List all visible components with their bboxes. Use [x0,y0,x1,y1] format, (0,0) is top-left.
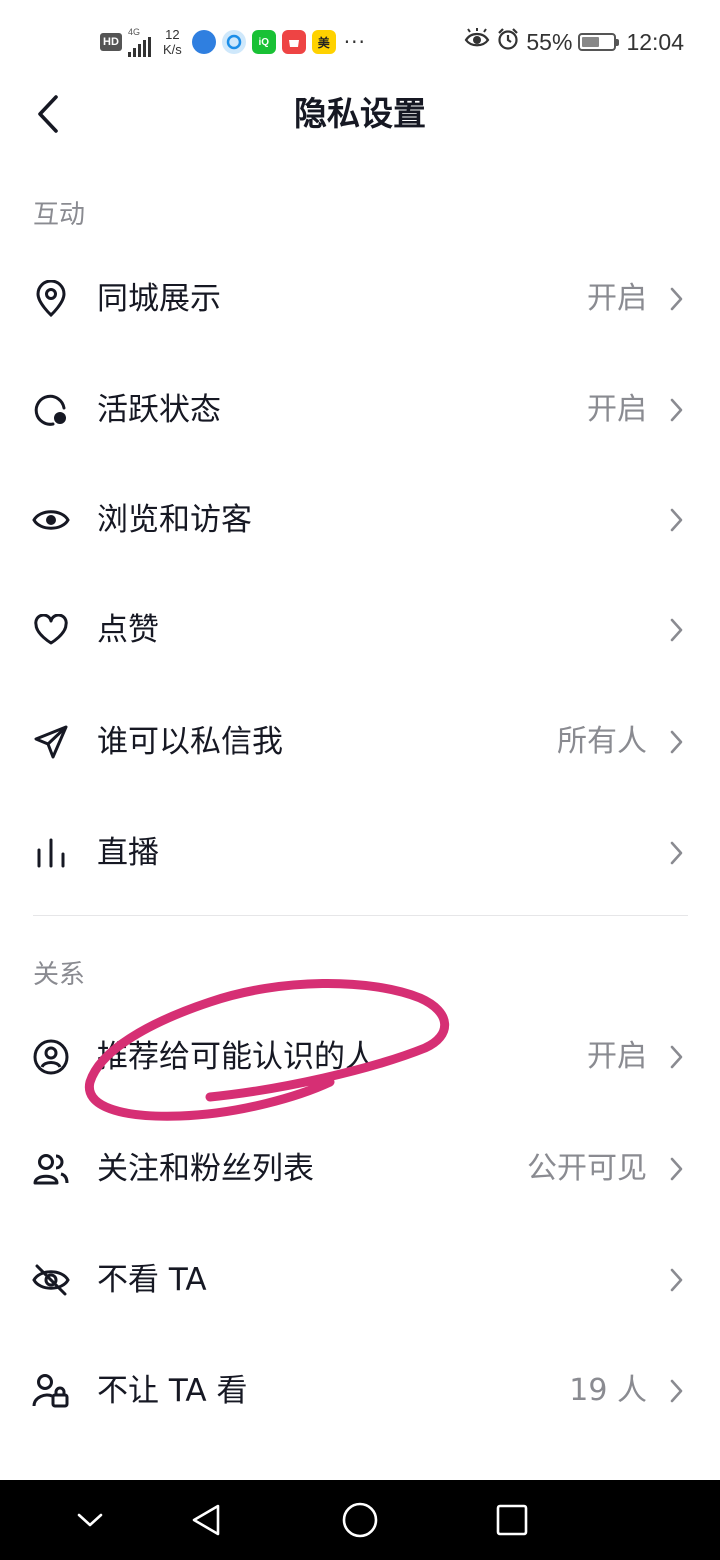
network-type: 4G [128,26,141,37]
section-divider [33,915,688,916]
setting-value: 所有人 [557,724,647,759]
more-notifications-icon: ··· [343,30,366,54]
chevron-right-icon [666,505,686,535]
nav-home-button[interactable] [336,1496,384,1544]
system-nav-bar [0,1480,720,1560]
iqiyi-icon: iQ [251,30,276,54]
setting-value: 19 人 [569,1373,647,1408]
alarm-icon [496,27,520,57]
network-speed: 12 K/s [163,27,182,57]
huawei-store-icon [281,30,306,54]
setting-row-block-their-posts[interactable]: 不看 TA [0,1225,720,1335]
chevron-right-icon [666,1042,686,1072]
status-left: HD 4G 12 K/s iQ 美 ··· [100,26,366,58]
setting-row-views-visitors[interactable]: 浏览和访客 [0,465,720,575]
circle-home-icon [342,1502,378,1538]
active-status-icon [32,391,70,429]
setting-label: 同城展示 [97,281,221,317]
setting-row-following-followers[interactable]: 关注和粉丝列表 公开可见 [0,1114,720,1224]
setting-label: 浏览和访客 [97,502,252,538]
setting-label: 不看 TA [97,1262,207,1298]
setting-row-hide-from-them[interactable]: 不让 TA 看 19 人 [0,1336,720,1446]
chevron-right-icon [666,1265,686,1295]
setting-label: 关注和粉丝列表 [97,1151,314,1187]
setting-row-likes[interactable]: 点赞 [0,575,720,685]
chevron-right-icon [666,615,686,645]
section-title-relationship: 关系 [33,960,86,990]
battery-percent: 55% [526,28,573,55]
send-icon [32,723,70,761]
page-header: 隐私设置 [0,84,720,144]
setting-label: 谁可以私信我 [97,724,283,760]
chevron-right-icon [666,838,686,868]
app-notify-icon [191,30,216,54]
setting-row-nearby[interactable]: 同城展示 开启 [0,244,720,354]
qq-browser-icon [221,30,246,54]
setting-row-live[interactable]: 直播 [0,798,720,908]
eye-icon [32,501,70,539]
chevron-right-icon [666,1376,686,1406]
triangle-back-icon [192,1504,220,1536]
chevron-right-icon [666,1154,686,1184]
nav-hide-button[interactable] [66,1496,114,1544]
setting-value: 开启 [587,281,647,316]
eye-off-icon [32,1261,70,1299]
chevron-down-icon [77,1513,103,1527]
status-right: 55% 12:04 [464,26,684,58]
chevron-right-icon [666,395,686,425]
hd-icon: HD [100,33,122,51]
square-recents-icon [496,1504,528,1536]
users-icon [32,1150,70,1188]
user-lock-icon [32,1372,70,1410]
status-bar: HD 4G 12 K/s iQ 美 ··· 55% 12:04 [0,0,720,84]
battery-icon [578,33,620,51]
live-bars-icon [32,834,70,872]
clock: 12:04 [626,28,684,55]
setting-value: 开启 [587,392,647,427]
signal-icon: 4G [128,26,151,57]
user-circle-icon [32,1038,70,1076]
setting-label: 活跃状态 [97,392,221,428]
setting-row-active-status[interactable]: 活跃状态 开启 [0,355,720,465]
location-icon [32,280,70,318]
chevron-right-icon [666,727,686,757]
setting-value: 公开可见 [527,1151,647,1186]
meituan-icon: 美 [311,30,336,54]
nav-recents-button[interactable] [488,1496,536,1544]
setting-label: 直播 [97,835,159,871]
heart-icon [32,611,70,649]
chevron-right-icon [666,284,686,314]
nav-back-button[interactable] [182,1496,230,1544]
section-title-interaction: 互动 [33,200,86,230]
setting-row-direct-messages[interactable]: 谁可以私信我 所有人 [0,687,720,797]
page-title: 隐私设置 [294,94,426,133]
setting-label: 推荐给可能认识的人 [97,1039,376,1075]
setting-value: 开启 [587,1039,647,1074]
eye-comfort-icon [464,28,490,56]
setting-row-recommend-to-acquaintances[interactable]: 推荐给可能认识的人 开启 [0,1002,720,1112]
setting-label: 不让 TA 看 [97,1373,248,1409]
setting-label: 点赞 [97,612,159,648]
